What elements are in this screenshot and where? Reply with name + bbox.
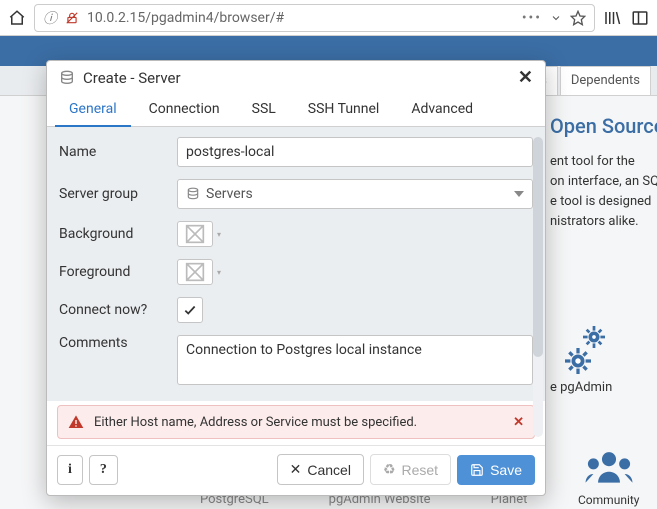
browser-extra-icons: [603, 9, 649, 27]
close-icon: ✕: [290, 461, 302, 478]
library-icon[interactable]: [603, 9, 621, 27]
bg-tile-label[interactable]: e pgAdmin: [550, 380, 612, 395]
info-icon: ⓘ: [43, 8, 57, 28]
save-icon: [470, 463, 484, 477]
reset-button[interactable]: ♻ Reset: [370, 454, 451, 485]
label-connect-now: Connect now?: [59, 302, 167, 319]
tab-general[interactable]: General: [55, 93, 131, 127]
cancel-button[interactable]: ✕ Cancel: [277, 454, 364, 485]
error-alert: Either Host name, Address or Service mus…: [57, 405, 535, 439]
label-server-group: Server group: [59, 186, 167, 203]
bg-para-line: nistrators alike.: [550, 212, 657, 232]
comments-textarea[interactable]: [177, 335, 533, 385]
dialog-tabs: General Connection SSL SSH Tunnel Advanc…: [47, 93, 545, 127]
server-icon: [59, 70, 75, 86]
bg-heading: Open Source: [550, 114, 657, 138]
label-comments: Comments: [59, 335, 167, 352]
page-actions-icon[interactable]: •••: [522, 10, 542, 26]
bg-tab-dependents[interactable]: Dependents: [560, 66, 651, 95]
alert-text: Either Host name, Address or Service mus…: [94, 415, 503, 430]
chevron-down-icon: [514, 191, 524, 197]
tab-connection[interactable]: Connection: [135, 93, 234, 126]
tab-ssl[interactable]: SSL: [238, 93, 290, 126]
home-icon[interactable]: [8, 9, 26, 27]
dialog-close-button[interactable]: ✕: [518, 69, 533, 87]
label-foreground: Foreground: [59, 264, 167, 281]
bookmark-star-icon[interactable]: [570, 10, 586, 26]
help-button[interactable]: ?: [89, 455, 118, 485]
name-input[interactable]: [177, 137, 533, 167]
bg-para-line: on interface, an SQ: [550, 172, 657, 192]
tab-advanced[interactable]: Advanced: [397, 93, 487, 126]
browser-toolbar: ⓘ 10.0.2.15/pgadmin4/browser/# •••: [0, 0, 657, 36]
server-group-select[interactable]: Servers: [177, 179, 533, 209]
create-server-dialog: Create - Server ✕ General Connection SSL…: [46, 60, 546, 496]
foreground-color-picker[interactable]: [177, 259, 213, 285]
chevron-down-icon: ▾: [217, 268, 221, 277]
label-background: Background: [59, 226, 167, 243]
background-color-picker[interactable]: [177, 221, 213, 247]
url-bar[interactable]: ⓘ 10.0.2.15/pgadmin4/browser/# •••: [34, 4, 595, 32]
label-name: Name: [59, 144, 167, 161]
bg-para-line: ent tool for the: [550, 152, 657, 172]
tab-ssh-tunnel[interactable]: SSH Tunnel: [294, 93, 394, 126]
info-button[interactable]: i: [57, 455, 83, 485]
dialog-footer: i ? ✕ Cancel ♻ Reset Save: [47, 445, 545, 495]
sidebar-icon[interactable]: [631, 9, 649, 27]
servers-group-icon: [186, 187, 200, 201]
bg-para-line: e tool is designed: [550, 192, 657, 212]
warning-icon: [68, 414, 84, 430]
recycle-icon: ♻: [383, 461, 396, 478]
bg-tile-community[interactable]: Community: [578, 493, 639, 507]
url-text: 10.0.2.15/pgadmin4/browser/#: [87, 10, 514, 26]
dialog-body: Name Server group Servers: [47, 127, 545, 401]
server-group-value: Servers: [206, 186, 253, 202]
connect-now-checkbox[interactable]: [177, 297, 203, 323]
community-icon: [584, 445, 634, 489]
dialog-title: Create - Server: [83, 69, 510, 87]
insecure-icon: [65, 11, 79, 25]
save-button[interactable]: Save: [457, 455, 535, 485]
alert-close-button[interactable]: ✕: [513, 415, 524, 430]
dropdown-icon[interactable]: [550, 12, 562, 24]
gear-cluster-icon: [557, 326, 605, 374]
chevron-down-icon: ▾: [217, 230, 221, 239]
